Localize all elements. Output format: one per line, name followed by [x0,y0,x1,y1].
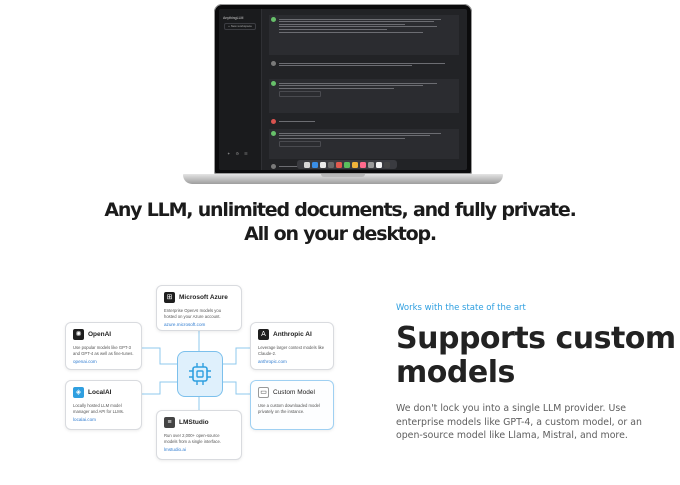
citation-chip[interactable] [279,90,321,97]
card-link[interactable]: openai.com [73,359,134,364]
section-title: Supports custom models [396,321,676,390]
chip-icon [189,363,211,385]
localai-icon: ◈ [73,387,84,398]
llm-providers-diagram: ⊞ Microsoft Azure Enterprise OpenAI mode… [60,282,340,466]
app-sidebar: AnythingLLM + New workspace ✦ ⚙ ☰ [219,9,262,170]
headline-line-1: Any LLM, unlimited documents, and fully … [104,199,576,221]
chip-hub [177,351,223,397]
card-title: OpenAI [88,331,112,338]
card-title: LocalAI [88,389,112,396]
card-link[interactable]: lmstudio.ai [164,447,234,452]
sidebar-footer-icons: ✦ ⚙ ☰ [227,151,250,156]
app-dock [297,160,397,169]
card-description: Enterprise OpenAI models you hosted on y… [164,308,222,319]
card-title: Microsoft Azure [179,294,228,301]
provider-card-lmstudio[interactable]: ≡ LMStudio Run over 2,000+ open-source m… [156,410,242,460]
laptop-base [183,174,503,184]
card-description: Use popular models like GPT-3 and GPT-4 … [73,345,134,356]
card-description: Use a custom downloaded model privately … [258,403,320,414]
card-link[interactable]: localai.com [73,417,134,422]
openai-icon: ✺ [73,329,84,340]
lmstudio-icon: ≡ [164,417,175,428]
chat-message [269,129,459,159]
new-workspace-button[interactable]: + New workspace [224,23,256,30]
card-description: Run over 2,000+ open-source models from … [164,433,222,444]
custom-model-icon: ▭ [258,387,269,398]
section-body: We don't lock you into a single LLM prov… [396,403,642,441]
headline-line-2: All on your desktop. [244,223,437,245]
card-link[interactable]: anthropic.com [258,359,326,364]
app-title: AnythingLLM [223,16,244,20]
provider-card-microsoft-azure[interactable]: ⊞ Microsoft Azure Enterprise OpenAI mode… [156,285,242,331]
assistant-avatar [271,81,276,86]
user-avatar [271,164,276,169]
card-title: Anthropic AI [273,331,312,338]
assistant-avatar [271,131,276,136]
card-title: Custom Model [273,389,315,396]
provider-card-localai[interactable]: ◈ LocalAI Locally hosted LLM model manag… [65,380,142,430]
citation-chip[interactable] [279,140,321,147]
card-description: Leverage larger context models like Clau… [258,345,325,356]
assistant-avatar [271,17,276,22]
chat-message [269,59,459,77]
chat-message [269,15,459,55]
laptop-lid: AnythingLLM + New workspace ✦ ⚙ ☰ [214,4,472,174]
user-avatar [271,119,276,124]
card-title: LMStudio [179,419,209,426]
laptop-screen: AnythingLLM + New workspace ✦ ⚙ ☰ [219,9,467,170]
chat-message [269,117,459,127]
azure-icon: ⊞ [164,292,175,303]
chat-message [269,79,459,113]
user-avatar [271,61,276,66]
provider-card-custom-model[interactable]: ▭ Custom Model Use a custom downloaded m… [250,380,334,430]
laptop-mockup: AnythingLLM + New workspace ✦ ⚙ ☰ [183,4,503,188]
card-link[interactable]: azure.microsoft.com [164,322,234,327]
card-description: Locally hosted LLM model manager and API… [73,403,124,414]
section-eyebrow: Works with the state of the art [396,303,526,313]
provider-card-openai[interactable]: ✺ OpenAI Use popular models like GPT-3 a… [65,322,142,370]
anthropic-icon: A [258,329,269,340]
provider-card-anthropic[interactable]: A Anthropic AI Leverage larger context m… [250,322,334,370]
chat-thread [269,15,459,169]
